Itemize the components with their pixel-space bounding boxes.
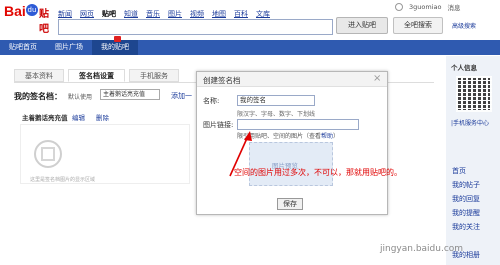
right-sidebar: 个人信息 |手机服务中心 (446, 56, 500, 265)
nav-link-active[interactable]: 贴吧 (102, 9, 116, 19)
image-link-input[interactable] (237, 119, 359, 130)
sidebar-item-my-posts[interactable]: 我的帖子 (452, 180, 480, 190)
my-signature-label: 我的签名档： (14, 92, 62, 101)
qr-code-pattern (456, 76, 492, 112)
watermark: jingyan.baidu.com (380, 244, 464, 254)
preview-caption: 这里是签名档图片的显示区域 (30, 177, 96, 183)
name-input[interactable]: 我的签名 (237, 95, 315, 106)
phone-service-link[interactable]: |手机服务中心 (451, 118, 489, 127)
settings-tabs: 基本资料 签名档设置 手机服务 (14, 69, 179, 82)
note-prefix: 限引用贴吧、空间的图片（查看 (237, 133, 322, 140)
signature-item-title: 主着鹅话亮充值 (22, 114, 68, 122)
annotation-text: 空间的图片用过多次，不可以，那就用贴吧的。 (234, 168, 402, 177)
nav-link[interactable]: 地图 (212, 9, 226, 19)
sidebar-item-my-reminders[interactable]: 我的提醒 (452, 208, 480, 218)
name-hint: 限汉字、字母、数字、下划线 (237, 111, 316, 118)
logo-product: 贴吧 (39, 9, 49, 35)
nav-link[interactable]: 文库 (256, 9, 270, 19)
tab-picture-plaza[interactable]: 图片广场 (46, 40, 92, 55)
image-preview-box: 图片预览 (249, 142, 333, 186)
sidebar-heading: 个人信息 (451, 64, 477, 72)
top-nav-links: 新闻 网页 贴吧 知道 音乐 图片 视频 地图 百科 文库 (58, 9, 270, 19)
name-label: 名称: (203, 97, 220, 105)
add-signature-link[interactable]: 添加一 (171, 91, 192, 101)
image-link-label: 图片链接: (203, 121, 234, 129)
default-use-label: 默认使用 (68, 94, 93, 101)
sidebar-item-home[interactable]: 首页 (452, 166, 466, 176)
logo-text: Bai (4, 3, 26, 19)
main-nav-bar: 贴吧首页 图片广场 我的贴吧 (0, 40, 500, 55)
nav-link[interactable]: 知道 (124, 9, 138, 19)
nav-link[interactable]: 图片 (168, 9, 182, 19)
search-input[interactable] (58, 19, 333, 35)
nav-link[interactable]: 百科 (234, 9, 248, 19)
username[interactable]: 3guomiao (409, 3, 441, 11)
nav-link[interactable]: 音乐 (146, 9, 160, 19)
advanced-search-link[interactable]: 高级搜索 (452, 21, 476, 30)
dialog-title: 创建签名档 (203, 76, 241, 85)
messages-link[interactable]: 消息 (447, 2, 460, 12)
search-all-button[interactable]: 全吧搜索 (393, 17, 443, 34)
dialog-header[interactable]: 创建签名档 × (197, 72, 387, 87)
tab-my-tieba[interactable]: 我的贴吧 (92, 40, 138, 55)
tab-tieba-home[interactable]: 贴吧首页 (0, 40, 46, 55)
nav-link[interactable]: 视频 (190, 9, 204, 19)
nav-link[interactable]: 新闻 (58, 9, 72, 19)
edit-link[interactable]: 编辑 (72, 112, 85, 122)
sidebar-item-my-replies[interactable]: 我的回复 (452, 194, 480, 204)
baidu-logo[interactable]: Bai du 贴吧 (4, 3, 52, 35)
delete-link[interactable]: 删除 (96, 112, 109, 122)
tab-mobile-service[interactable]: 手机服务 (129, 69, 179, 82)
note-suffix: ） (333, 133, 340, 140)
tab-signature-settings[interactable]: 签名档设置 (68, 69, 125, 82)
stamp-inner (41, 147, 55, 161)
help-link[interactable]: 帮助 (321, 133, 333, 140)
user-area: 3guomiao 消息 (395, 2, 460, 12)
enter-tieba-button[interactable]: 进入贴吧 (336, 17, 388, 34)
new-badge-icon (114, 36, 121, 42)
user-icon[interactable] (395, 3, 403, 11)
nav-link[interactable]: 网页 (80, 9, 94, 19)
signature-select[interactable]: 主着鹅话亮充值 (100, 89, 160, 100)
save-button[interactable]: 保存 (277, 198, 303, 210)
paw-icon: du (26, 4, 38, 16)
tab-basic-info[interactable]: 基本资料 (14, 69, 64, 82)
image-link-note: 限引用贴吧、空间的图片（查看帮助） (237, 131, 339, 140)
create-signature-dialog: 创建签名档 × 名称: 我的签名 限汉字、字母、数字、下划线 图片链接: 限引用… (196, 71, 388, 215)
close-icon[interactable]: × (373, 73, 381, 84)
sidebar-item-my-follows[interactable]: 我的关注 (452, 222, 480, 232)
